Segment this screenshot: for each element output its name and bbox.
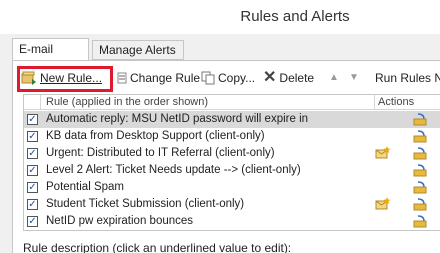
rule-row[interactable]: ✓ Urgent: Distributed to IT Referral (cl… — [24, 145, 440, 162]
envelope-star-icon — [375, 146, 391, 159]
folder-arrow-icon — [413, 130, 427, 143]
tab-manage-alerts[interactable]: Manage Alerts — [92, 40, 184, 60]
rule-label: Automatic reply: MSU NetID password will… — [46, 113, 309, 125]
new-rule-highlight-box — [17, 66, 113, 92]
copy-label: Copy... — [218, 71, 256, 85]
window-title: Rules and Alerts — [0, 0, 440, 34]
rule-checkbox[interactable]: ✓ — [27, 114, 38, 125]
folder-arrow-icon — [413, 147, 427, 160]
rule-label: Student Ticket Submission (client-only) — [46, 198, 245, 210]
rule-row[interactable]: ✓ Automatic reply: MSU NetID password wi… — [24, 111, 440, 128]
rule-checkbox[interactable]: ✓ — [27, 165, 38, 176]
rule-checkbox[interactable]: ✓ — [27, 216, 38, 227]
tab-email-rules[interactable]: E-mail Rules — [12, 38, 89, 76]
rule-label: KB data from Desktop Support (client-onl… — [46, 130, 265, 142]
column-header-rule[interactable]: Rule (applied in the order shown) — [46, 96, 208, 108]
delete-button[interactable]: ✕ Delete — [263, 68, 314, 88]
rule-checkbox[interactable]: ✓ — [27, 182, 38, 193]
change-rule-label: Change Rule — [130, 71, 201, 85]
arrow-down-icon: ▼ — [349, 72, 359, 83]
envelope-star-icon — [375, 197, 391, 210]
arrow-up-icon: ▲ — [329, 72, 339, 83]
change-rule-icon — [117, 72, 127, 84]
header-divider — [374, 95, 375, 110]
rule-checkbox[interactable]: ✓ — [27, 131, 38, 142]
move-down-button[interactable]: ▼ — [349, 68, 359, 88]
rule-row[interactable]: ✓ Potential Spam — [24, 179, 440, 196]
rule-label: Urgent: Distributed to IT Referral (clie… — [46, 147, 275, 159]
folder-arrow-icon — [413, 113, 427, 126]
delete-label: Delete — [279, 71, 315, 85]
rule-description-label: Rule description (click an underlined va… — [23, 241, 292, 253]
column-header-actions[interactable]: Actions — [378, 96, 414, 108]
folder-arrow-icon — [413, 215, 427, 228]
rule-label: Level 2 Alert: Ticket Needs update --> (… — [46, 164, 301, 176]
delete-icon: ✕ — [263, 69, 277, 86]
rule-row[interactable]: ✓ KB data from Desktop Support (client-o… — [24, 128, 440, 145]
rules-toolbar: New Rule... Change Rule ▾ Copy... ✕ Dele… — [13, 65, 440, 92]
copy-button[interactable]: Copy... — [201, 68, 255, 88]
run-rules-button[interactable]: Run Rules No — [375, 68, 440, 88]
rules-panel: New Rule... Change Rule ▾ Copy... ✕ Dele… — [12, 60, 440, 253]
move-up-button[interactable]: ▲ — [329, 68, 339, 88]
rule-checkbox[interactable]: ✓ — [27, 148, 38, 159]
rule-row[interactable]: ✓ NetID pw expiration bounces — [24, 213, 440, 230]
rules-list-header: Rule (applied in the order shown) Action… — [24, 95, 440, 110]
folder-arrow-icon — [413, 181, 427, 194]
folder-arrow-icon — [413, 198, 427, 211]
run-rules-label: Run Rules No — [375, 71, 440, 85]
rule-label: Potential Spam — [46, 181, 124, 193]
rule-row[interactable]: ✓ Student Ticket Submission (client-only… — [24, 196, 440, 213]
rule-checkbox[interactable]: ✓ — [27, 199, 38, 210]
copy-icon — [201, 71, 215, 85]
header-divider — [40, 95, 41, 110]
rule-row[interactable]: ✓ Level 2 Alert: Ticket Needs update -->… — [24, 162, 440, 179]
folder-arrow-icon — [413, 164, 427, 177]
rule-label: NetID pw expiration bounces — [46, 215, 194, 227]
rules-list[interactable]: Rule (applied in the order shown) Action… — [23, 94, 440, 231]
change-rule-button[interactable]: Change Rule ▾ — [117, 68, 207, 88]
